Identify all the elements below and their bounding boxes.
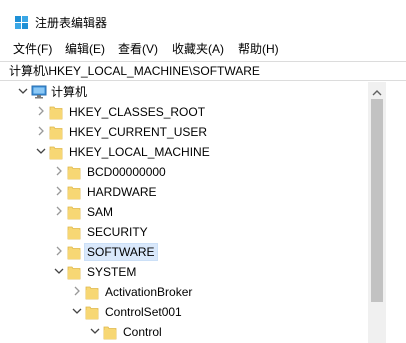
chevron-right-icon[interactable] xyxy=(35,125,47,137)
folder-icon xyxy=(85,284,99,300)
menu-help[interactable]: 帮助(H) xyxy=(237,42,280,57)
tree-node-label[interactable]: 计算机 xyxy=(49,84,89,100)
tree-row[interactable]: SYSTEM xyxy=(0,262,386,282)
tree-row[interactable]: 计算机 xyxy=(0,82,386,102)
folder-icon xyxy=(103,324,117,340)
tree-row[interactable]: SAM xyxy=(0,202,386,222)
chevron-down-icon[interactable] xyxy=(17,85,29,97)
folder-icon xyxy=(67,204,81,220)
tree-node-label[interactable]: SECURITY xyxy=(85,224,150,240)
folder-icon xyxy=(49,124,63,140)
scroll-thumb[interactable] xyxy=(371,99,383,302)
tree-row[interactable]: HKEY_LOCAL_MACHINE xyxy=(0,142,386,162)
chevron-right-icon[interactable] xyxy=(53,245,65,257)
tree-node-label[interactable]: HKEY_CURRENT_USER xyxy=(67,124,209,140)
chevron-right-icon[interactable] xyxy=(35,105,47,117)
folder-icon xyxy=(49,144,63,160)
regedit-icon xyxy=(15,16,28,29)
tree-node-label[interactable]: HKEY_LOCAL_MACHINE xyxy=(67,144,212,160)
folder-icon xyxy=(49,104,63,120)
chevron-down-icon[interactable] xyxy=(71,305,83,317)
tree-node-label[interactable]: SOFTWARE xyxy=(84,243,158,261)
tree-node-label[interactable]: Control xyxy=(121,324,164,340)
chevron-down-icon[interactable] xyxy=(35,145,47,157)
folder-icon xyxy=(67,164,81,180)
tree-node-label[interactable]: ControlSet001 xyxy=(103,304,184,320)
computer-icon xyxy=(31,84,47,100)
chevron-right-icon[interactable] xyxy=(71,285,83,297)
folder-icon xyxy=(67,224,81,240)
tree-node-label[interactable]: HKEY_CLASSES_ROOT xyxy=(67,104,207,120)
tree-row[interactable]: ActivationBroker xyxy=(0,282,386,302)
window-title: 注册表编辑器 xyxy=(35,16,108,30)
registry-tree: 计算机 HKEY_CLASSES_ROOT HKEY_CURRENT_USER HKE… xyxy=(0,82,386,343)
folder-icon xyxy=(67,244,81,260)
tree-row[interactable]: ControlSet001 xyxy=(0,302,386,322)
chevron-right-icon[interactable] xyxy=(53,205,65,217)
tree-scrollbar[interactable] xyxy=(368,82,386,343)
address-path[interactable]: 计算机\HKEY_LOCAL_MACHINE\SOFTWARE xyxy=(9,64,260,79)
menu-file[interactable]: 文件(F) xyxy=(12,42,53,57)
address-bar[interactable]: 计算机\HKEY_LOCAL_MACHINE\SOFTWARE xyxy=(0,61,406,81)
folder-icon xyxy=(85,304,99,320)
tree-row[interactable]: HARDWARE xyxy=(0,182,386,202)
chevron-right-icon[interactable] xyxy=(53,165,65,177)
chevron-down-icon[interactable] xyxy=(53,265,65,277)
title-bar: 注册表编辑器 xyxy=(0,0,406,40)
tree-node-label[interactable]: SAM xyxy=(85,204,115,220)
tree-row[interactable]: Control xyxy=(0,322,386,342)
tree-node-label[interactable]: SYSTEM xyxy=(85,264,138,280)
tree-node-label[interactable]: ActivationBroker xyxy=(103,284,194,300)
scroll-up-icon[interactable] xyxy=(372,86,382,96)
menu-favorites[interactable]: 收藏夹(A) xyxy=(171,42,225,57)
tree-row[interactable]: HKEY_CLASSES_ROOT xyxy=(0,102,386,122)
chevron-down-icon[interactable] xyxy=(89,325,101,337)
folder-icon xyxy=(67,184,81,200)
tree-node-label[interactable]: HARDWARE xyxy=(85,184,159,200)
tree-node-label[interactable]: BCD00000000 xyxy=(85,164,168,180)
menu-bar: 文件(F) 编辑(E) 查看(V) 收藏夹(A) 帮助(H) xyxy=(0,40,406,60)
tree-row[interactable]: SECURITY xyxy=(0,222,386,242)
menu-edit[interactable]: 编辑(E) xyxy=(64,42,106,57)
tree-row[interactable]: SOFTWARE xyxy=(0,242,386,262)
tree-row[interactable]: BCD00000000 xyxy=(0,162,386,182)
chevron-right-icon[interactable] xyxy=(53,185,65,197)
tree-row[interactable]: HKEY_CURRENT_USER xyxy=(0,122,386,142)
menu-view[interactable]: 查看(V) xyxy=(117,42,159,57)
folder-icon xyxy=(67,264,81,280)
